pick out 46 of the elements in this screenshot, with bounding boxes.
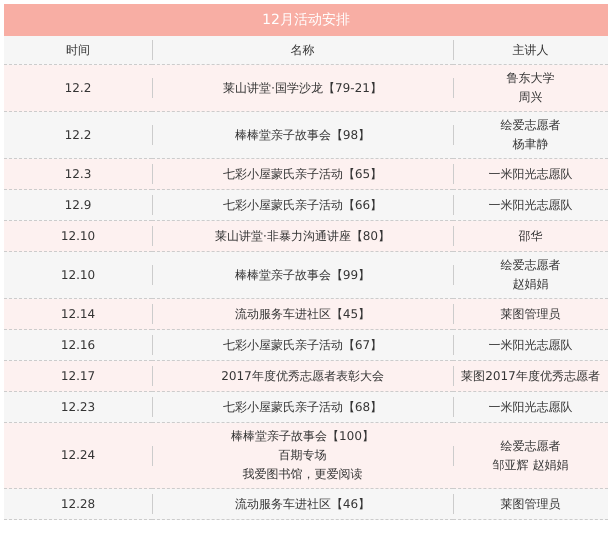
cell-text: 七彩小屋蒙氏亲子活动【67】	[222, 336, 382, 354]
cell-text: 流动服务车进社区【46】	[234, 496, 370, 512]
cell-text: 杨聿静	[512, 136, 548, 153]
cell-text: 莱图管理员	[500, 306, 560, 322]
table-cell: 12.2	[4, 112, 152, 159]
table-cell: 12.14	[4, 299, 152, 330]
cell-text: 棒棒堂亲子故事会【98】	[234, 126, 370, 144]
cell-text: 一米阳光志愿队	[488, 166, 572, 182]
cell-text: 一米阳光志愿队	[488, 196, 572, 214]
cell-text: 绘爱志愿者	[500, 117, 560, 134]
cell-text: 邵华	[518, 228, 542, 244]
cell-text: 邹亚辉 赵娟娟	[492, 456, 568, 474]
cell-text: 我爱图书馆，更爱阅读	[242, 466, 362, 483]
column-header: 时间	[4, 36, 152, 65]
cell-text: 七彩小屋蒙氏亲子活动【65】	[222, 166, 382, 182]
cell-text: 鲁东大学	[506, 70, 554, 87]
table-cell: 12.17	[4, 361, 152, 392]
cell-text: 棒棒堂亲子故事会【99】	[234, 266, 370, 284]
table-cell: 12.23	[4, 392, 152, 423]
cell-text: 2017年度优秀志愿者表彰大会	[221, 368, 384, 384]
cell-text: 绘爱志愿者	[500, 438, 560, 454]
cell-text: 莱图管理员	[500, 496, 560, 512]
table-cell: 12.2	[4, 65, 152, 112]
cell-text: 七彩小屋蒙氏亲子活动【66】	[222, 196, 382, 214]
table-cell: 12.9	[4, 190, 152, 221]
cell-text: 流动服务车进社区【45】	[234, 306, 370, 322]
table-cell: 12.24	[4, 423, 152, 489]
table-cell: 12.16	[4, 330, 152, 361]
table-cell: 12.10	[4, 252, 152, 299]
cell-text: 一米阳光志愿队	[488, 336, 572, 354]
column-header: 名称	[152, 36, 453, 65]
cell-text: 一米阳光志愿队	[488, 398, 572, 416]
cell-text: 七彩小屋蒙氏亲子活动【68】	[222, 398, 382, 416]
column-header: 主讲人	[453, 36, 608, 65]
cell-text: 莱图2017年度优秀志愿者	[461, 368, 600, 384]
table-cell: 12.10	[4, 221, 152, 252]
table-cell: 12.28	[4, 489, 152, 520]
cell-text: 百期专场	[278, 447, 326, 464]
cell-text: 赵娟娟	[512, 276, 548, 293]
cell-text: 棒棒堂亲子故事会【100】	[231, 428, 374, 445]
cell-text: 莱山讲堂·国学沙龙【79-21】	[223, 80, 382, 96]
cell-text: 绘爱志愿者	[500, 257, 560, 274]
table-title: 12月活动安排	[4, 4, 608, 36]
cell-text: 莱山讲堂·非暴力沟通讲座【80】	[214, 228, 390, 244]
cell-text: 周兴	[518, 89, 542, 106]
table-cell: 12.3	[4, 159, 152, 190]
